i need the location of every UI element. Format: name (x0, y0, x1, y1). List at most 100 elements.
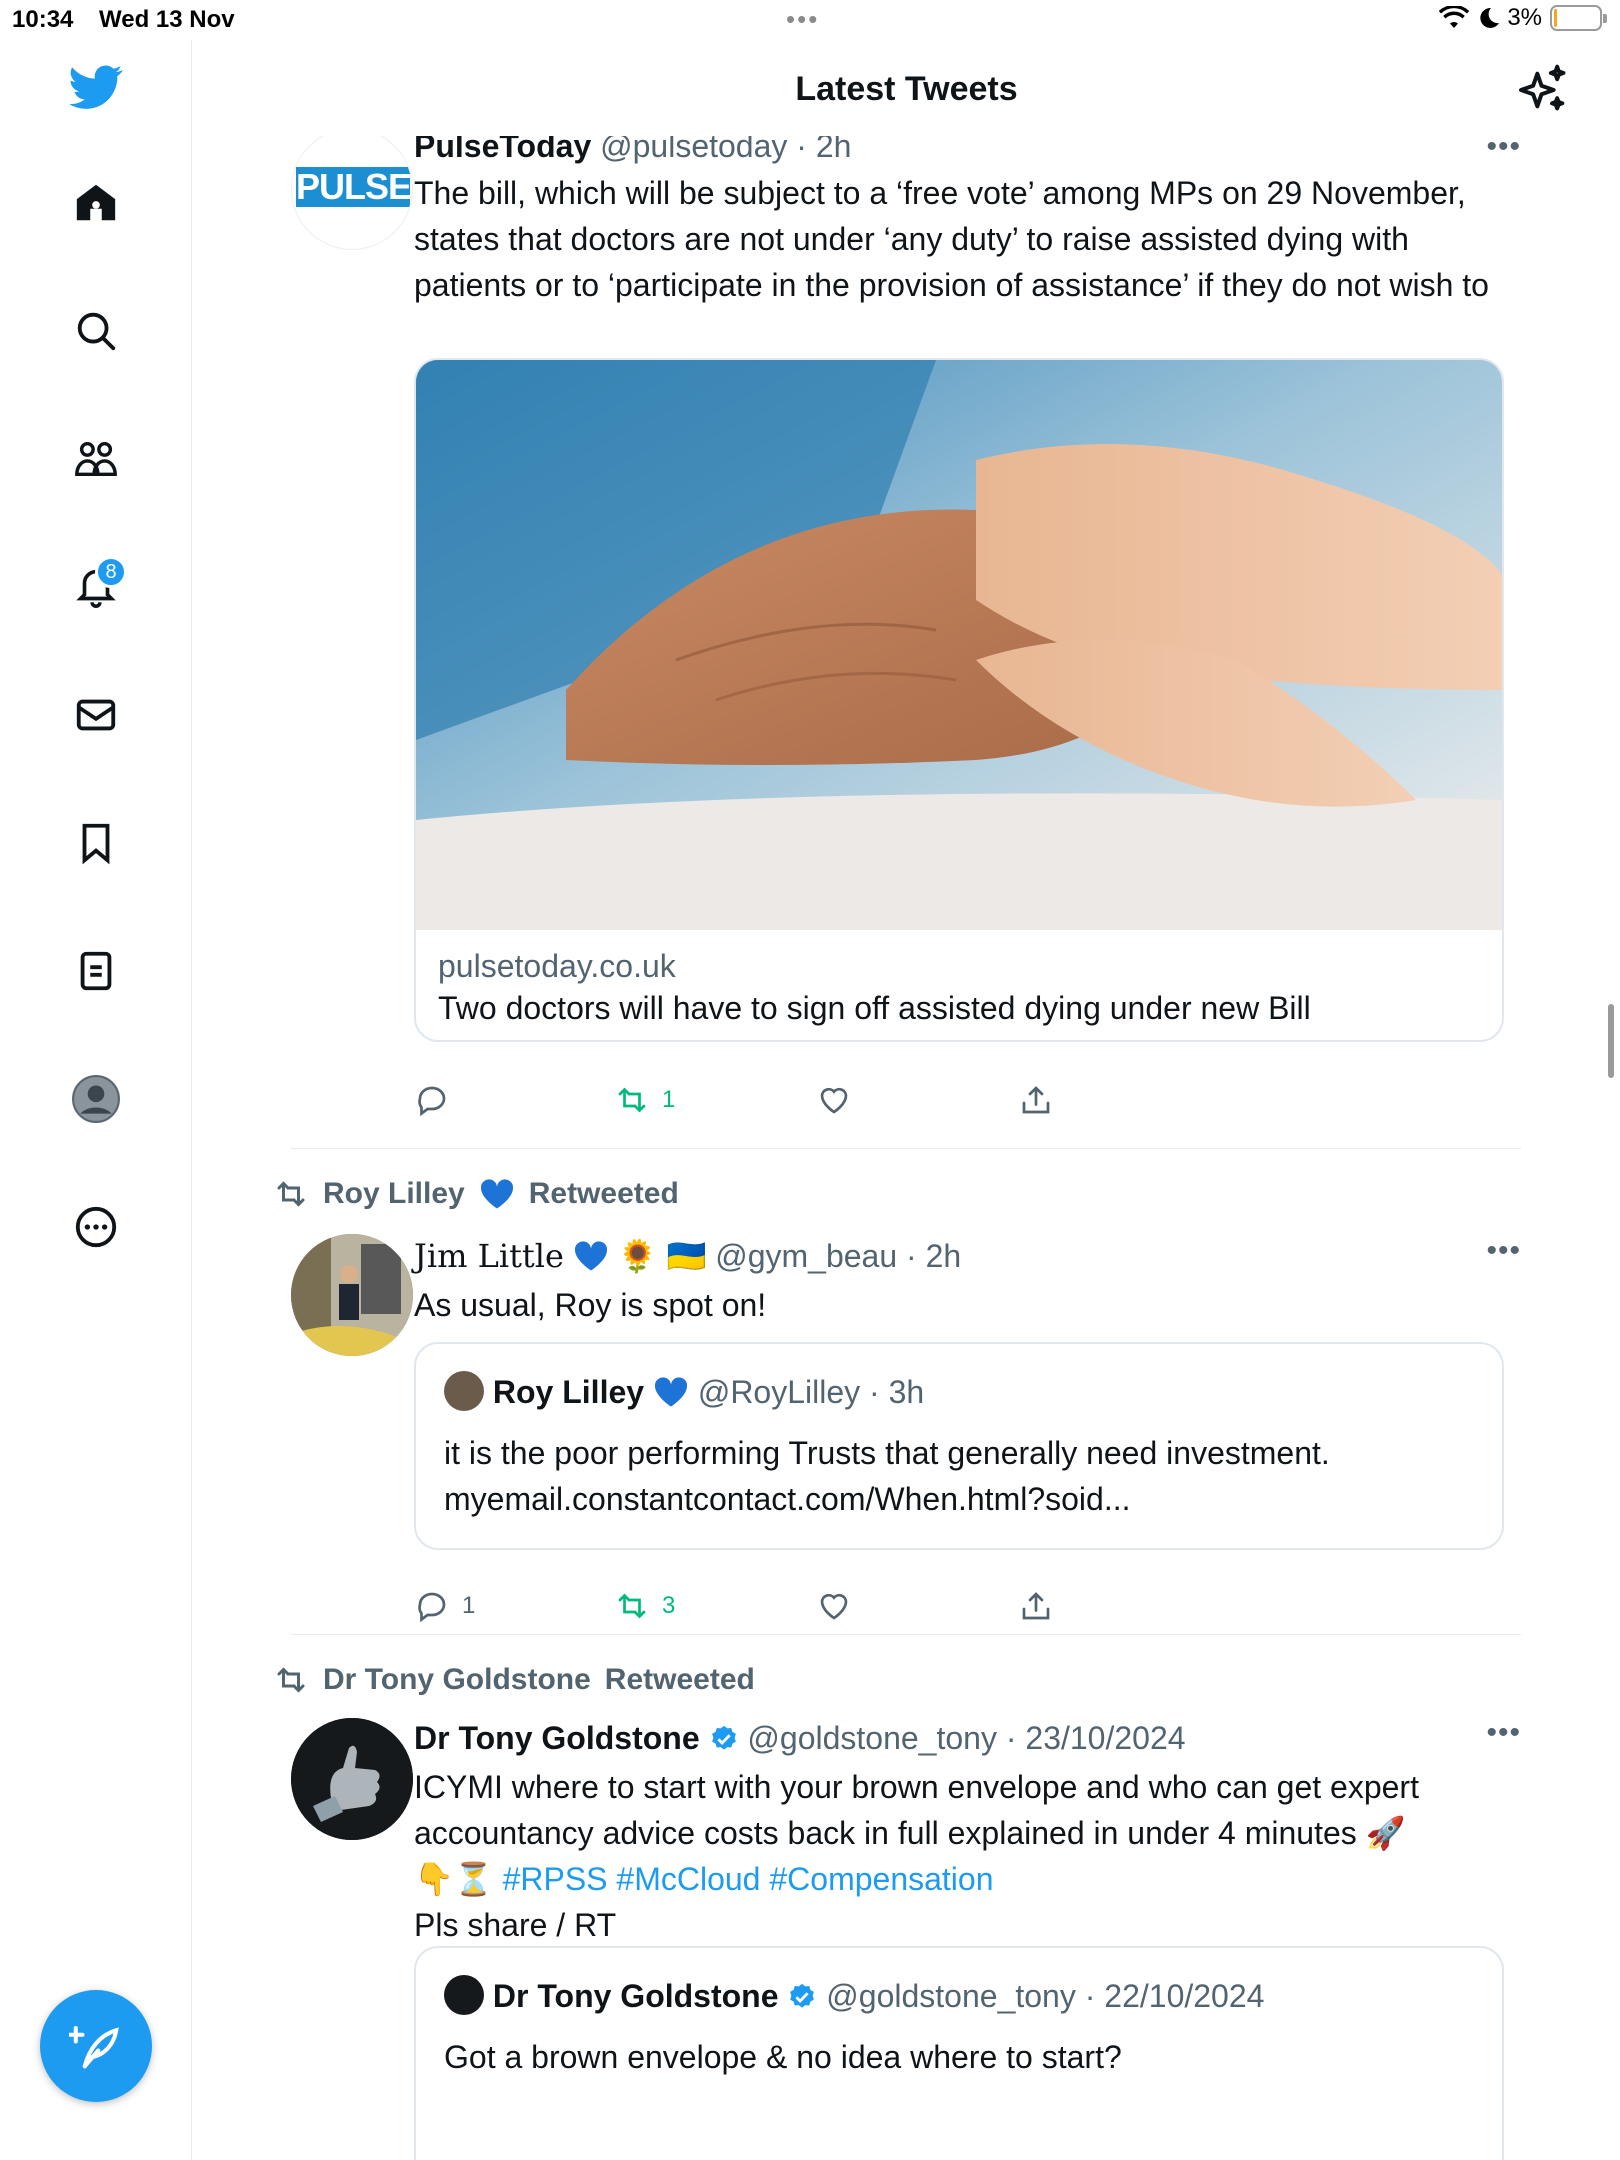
quote-author-handle: @goldstone_tony (826, 1978, 1076, 2014)
author-handle[interactable]: @goldstone_tony (747, 1720, 997, 1756)
retweeted-label: Retweeted (604, 1663, 755, 1696)
like-button[interactable] (816, 1082, 852, 1118)
tweet-more-button[interactable]: ••• (1486, 136, 1521, 164)
link-card-title: Two doctors will have to sign off assist… (438, 990, 1311, 1026)
avatar-pulsetoday[interactable]: PULSE (291, 136, 413, 250)
quote-author-name: Roy Lilley (492, 1374, 645, 1410)
status-bar: 10:34 Wed 13 Nov ••• 3% (0, 0, 1620, 40)
nav-search[interactable] (51, 286, 141, 376)
retweeted-by-line[interactable]: Dr Tony Goldstone Retweeted (273, 1662, 755, 1698)
battery-icon (1550, 5, 1607, 31)
author-name[interactable]: Dr Tony Goldstone (414, 1720, 700, 1756)
quote-avatar (444, 1975, 484, 2015)
nav-home[interactable] (51, 158, 141, 248)
author-handle[interactable]: @gym_beau (715, 1238, 897, 1274)
tweet-time[interactable]: 2h (926, 1238, 962, 1274)
tweet-emoji: 👇⏳ (414, 1861, 494, 1897)
retweet-button[interactable]: 1 (614, 1082, 675, 1118)
multitasking-dots[interactable]: ••• (786, 4, 819, 35)
tweet-text: The bill, which will be subject to a ‘fr… (414, 175, 1489, 303)
sidebar: 8 (0, 40, 192, 2160)
tweet-time[interactable]: 23/10/2024 (1025, 1720, 1185, 1756)
verified-badge-icon (790, 1983, 815, 2008)
retweeter-name: Dr Tony Goldstone (323, 1663, 591, 1696)
header: Latest Tweets (193, 40, 1620, 136)
twitter-bird-icon (69, 65, 123, 109)
reply-icon (418, 1592, 446, 1623)
moon-icon (1480, 7, 1500, 28)
retweet-icon (618, 1087, 646, 1113)
compose-tweet-button[interactable] (40, 1990, 152, 2102)
link-card-image (416, 360, 1502, 930)
retweet-small-icon (277, 1667, 305, 1693)
retweet-small-icon (277, 1181, 305, 1207)
tweet-text-cta: Pls share / RT (414, 1907, 617, 1943)
like-button[interactable] (816, 1588, 852, 1624)
tweet-body: PulseToday @pulsetoday · 2h The bill, wh… (414, 136, 1504, 1042)
scroll-indicator[interactable] (1608, 1004, 1614, 1078)
avatar-photo (291, 1718, 413, 1840)
share-button[interactable] (1018, 1588, 1054, 1624)
quoted-tweet[interactable]: Roy Lilley @RoyLilley · 3h it is the poo… (414, 1342, 1504, 1550)
nav-bookmarks[interactable] (51, 798, 141, 888)
reply-button[interactable]: 1 (414, 1588, 475, 1624)
quote-author-handle: @RoyLilley (697, 1374, 861, 1410)
status-time: 10:34 (12, 6, 74, 33)
heart-icon (820, 1593, 848, 1620)
link-card-domain: pulsetoday.co.uk (438, 948, 676, 984)
nav-notifications[interactable]: 8 (51, 542, 141, 632)
more-circle-icon (75, 1206, 117, 1248)
home-icon (76, 184, 116, 221)
avatar-jim-little[interactable] (291, 1234, 413, 1356)
quote-time: 3h (888, 1374, 925, 1410)
tweet-divider (291, 1634, 1521, 1635)
author-emoji: 🌻 🇺🇦 (617, 1238, 707, 1274)
page-title: Latest Tweets (795, 70, 1018, 108)
nav-messages[interactable] (51, 670, 141, 760)
search-icon (77, 312, 116, 351)
sparkle-icon[interactable] (1514, 62, 1570, 118)
tweet-actions: 1 3 (414, 1588, 1504, 1628)
author-name[interactable]: Jim Little (414, 1237, 564, 1275)
tweet-more-button[interactable]: ••• (1486, 1234, 1521, 1268)
tweet-body: Jim Little 🌻 🇺🇦 @gym_beau · 2h As usual,… (414, 1234, 1504, 1550)
battery-percent: 3% (1507, 4, 1542, 31)
status-date: Wed 13 Nov (99, 6, 235, 33)
link-card[interactable]: pulsetoday.co.uk Two doctors will have t… (414, 358, 1504, 1042)
pulse-logo: PULSE (296, 166, 412, 207)
bookmark-icon (82, 823, 110, 865)
tweet-hashtags[interactable]: #RPSS #McCloud #Compensation (503, 1861, 994, 1897)
author-name[interactable]: PulseToday (414, 136, 591, 164)
quoted-tweet[interactable]: Dr Tony Goldstone @goldstone_tony · 22/1… (414, 1946, 1504, 2160)
nav-communities[interactable] (51, 414, 141, 504)
quote-header: Roy Lilley @RoyLilley · 3h (444, 1370, 924, 1414)
share-button[interactable] (1018, 1082, 1054, 1118)
tweet-time[interactable]: 2h (816, 136, 852, 164)
list-icon (80, 951, 112, 991)
retweet-button[interactable]: 3 (614, 1588, 675, 1624)
status-right: 3% (1439, 4, 1607, 32)
tweet-text-hashtags-line: 👇⏳ #RPSS #McCloud #Compensation (414, 1856, 1504, 1902)
retweeter-name: Roy Lilley (323, 1177, 465, 1210)
blue-heart-emoji (574, 1241, 607, 1271)
timeline[interactable]: PULSE PulseToday @pulsetoday · 2h The bi… (193, 136, 1620, 2160)
tweet-header: PulseToday @pulsetoday · 2h (414, 136, 1504, 168)
quote-time: 22/10/2024 (1104, 1978, 1265, 2014)
twitter-logo[interactable] (51, 42, 141, 132)
author-handle[interactable]: @pulsetoday (600, 136, 787, 164)
tweet-divider (291, 1148, 1521, 1149)
retweet-count: 3 (662, 1592, 676, 1619)
tweet-more-button[interactable]: ••• (1486, 1716, 1521, 1750)
nav-profile[interactable] (51, 1054, 141, 1144)
quote-header: Dr Tony Goldstone @goldstone_tony · 22/1… (444, 1974, 1264, 2018)
nav-lists[interactable] (51, 926, 141, 1016)
compose-feather-icon (69, 2025, 119, 2069)
retweet-icon (618, 1593, 646, 1619)
heart-icon (820, 1087, 848, 1114)
nav-more[interactable] (51, 1182, 141, 1272)
tweet-actions: 1 (414, 1082, 1504, 1122)
retweeted-by-line[interactable]: Roy Lilley Retweeted (273, 1176, 679, 1212)
reply-button[interactable] (414, 1082, 450, 1118)
tweet-header: Dr Tony Goldstone @goldstone_tony · 23/1… (414, 1720, 1186, 1756)
avatar-tony-goldstone[interactable] (291, 1718, 413, 1840)
